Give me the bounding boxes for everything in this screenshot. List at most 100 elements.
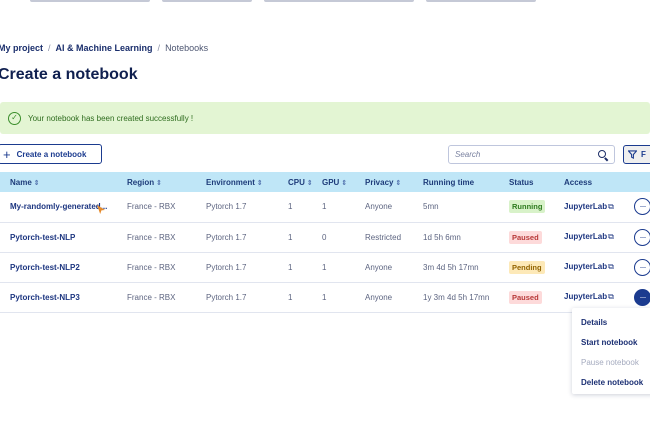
cpu-cell: 1 (288, 292, 293, 302)
breadcrumb: My project / AI & Machine Learning / Not… (0, 43, 208, 53)
status-badge: Running (509, 200, 546, 214)
region-cell: France - RBX (127, 232, 176, 242)
running-time-cell: 5mn (423, 202, 439, 212)
external-link-icon: ⧉ (608, 232, 614, 241)
column-actions (624, 172, 650, 192)
search-input[interactable] (455, 150, 575, 159)
table-row: Pytorch-test-NLP3 France - RBX Pytorch 1… (0, 282, 650, 312)
status-cell: Paused (499, 282, 554, 312)
menu-item-start-notebook[interactable]: Start notebook (572, 332, 650, 352)
gpu-cell: 1 (322, 262, 327, 272)
gpu-cell: 0 (322, 232, 327, 242)
column-name[interactable]: Name ⇕ (0, 172, 117, 192)
column-status: Status (509, 177, 534, 187)
column-running-time: Running time (423, 177, 475, 187)
menu-item-details[interactable]: Details (572, 312, 650, 332)
breadcrumb-separator: / (48, 43, 51, 53)
page-title: Create a notebook (0, 66, 138, 83)
create-notebook-button[interactable]: + Create a notebook (0, 144, 102, 164)
table-row: My-randomly-generated... France - RBX Py… (0, 192, 650, 222)
external-link-icon: ⧉ (608, 201, 614, 211)
sort-icon: ⇕ (156, 179, 162, 187)
status-badge: Paused (509, 290, 542, 304)
table-row: Pytorch-test-NLP France - RBX Pytorch 1.… (0, 222, 650, 252)
sort-icon: ⇕ (341, 179, 348, 187)
access-cell: JupyterLab⧉ (554, 252, 624, 282)
sort-icon: ⇕ (256, 179, 263, 187)
table-header-row: Name ⇕ Region ⇕ Environment ⇕ CPU ⇕ GPU ⇕ Pri… (0, 172, 650, 192)
sort-icon: ⇕ (306, 179, 313, 187)
filter-label: F (641, 150, 646, 159)
table-row: Pytorch-test-NLP2 France - RBX Pytorch 1… (0, 252, 650, 282)
jupyterlab-link[interactable]: JupyterLab (564, 202, 607, 211)
breadcrumb-my-project[interactable]: My project (0, 43, 43, 53)
environment-cell: Pytorch 1.7 (206, 262, 247, 272)
notebooks-table: Name ⇕ Region ⇕ Environment ⇕ CPU ⇕ GPU ⇕ Pri… (0, 172, 650, 313)
access-cell: JupyterLab⧉ (554, 192, 624, 222)
more-actions-button[interactable]: ··· (634, 198, 650, 216)
actions-cell: ··· (624, 252, 650, 282)
status-badge: Pending (509, 260, 545, 274)
privacy-cell: Anyone (365, 292, 393, 302)
column-privacy[interactable]: Privacy ⇕ (355, 172, 413, 192)
breadcrumb-ai-ml[interactable]: AI & Machine Learning (56, 43, 153, 53)
column-environment[interactable]: Environment ⇕ (196, 172, 278, 192)
access-cell: JupyterLab⧉ (554, 222, 624, 252)
actions-dropdown-menu: Details Start notebook Pause notebook De… (572, 308, 650, 394)
breadcrumb-separator: / (157, 43, 161, 53)
external-link-icon: ⧉ (608, 292, 614, 301)
jupyterlab-link[interactable]: JupyterLab (564, 232, 607, 241)
cpu-cell: 1 (288, 262, 293, 272)
privacy-cell: Anyone (365, 202, 393, 212)
external-link-icon: ⧉ (608, 262, 614, 271)
menu-item-pause-notebook: Pause notebook (581, 357, 639, 367)
privacy-cell: Restricted (365, 232, 402, 242)
environment-cell: Pytorch 1.7 (206, 202, 247, 212)
jupyterlab-link[interactable]: JupyterLab (564, 262, 607, 271)
region-cell: France - RBX (127, 202, 176, 212)
actions-cell: ··· (624, 222, 650, 252)
region-cell: France - RBX (127, 292, 176, 302)
plus-icon: + (3, 146, 11, 162)
sort-icon: ⇕ (395, 179, 402, 187)
column-gpu[interactable]: GPU ⇕ (312, 172, 355, 192)
region-cell: France - RBX (127, 262, 176, 272)
create-notebook-label: Create a notebook (16, 149, 87, 159)
check-circle-icon: ✓ (8, 111, 21, 125)
actions-cell: ··· (624, 192, 650, 222)
running-time-cell: 1d 5h 6mn (423, 232, 461, 242)
breadcrumb-notebooks: Notebooks (165, 43, 209, 53)
running-time-cell: 3m 4d 5h 17mn (423, 262, 479, 272)
cpu-cell: 1 (288, 232, 293, 242)
more-actions-button[interactable]: ··· (634, 258, 650, 276)
gpu-cell: 1 (322, 292, 327, 302)
success-alert: ✓ Your notebook has been created success… (0, 102, 650, 134)
search-box[interactable] (448, 145, 615, 164)
column-region[interactable]: Region ⇕ (117, 172, 196, 192)
search-icon[interactable] (598, 149, 608, 160)
status-badge: Paused (509, 230, 542, 244)
more-actions-button[interactable]: ··· (634, 228, 650, 246)
status-cell: Pending (499, 252, 554, 282)
notebook-name-link[interactable]: Pytorch-test-NLP2 (0, 252, 117, 282)
environment-cell: Pytorch 1.7 (206, 292, 247, 302)
status-cell: Running (499, 192, 554, 222)
status-cell: Paused (499, 222, 554, 252)
more-actions-button[interactable]: ··· (634, 288, 650, 306)
column-cpu[interactable]: CPU ⇕ (278, 172, 313, 192)
environment-cell: Pytorch 1.7 (206, 232, 247, 242)
jupyterlab-link[interactable]: JupyterLab (564, 292, 607, 301)
filter-button[interactable]: F (623, 145, 650, 164)
column-access: Access (564, 177, 593, 187)
filter-icon (628, 150, 637, 159)
menu-item-delete-notebook[interactable]: Delete notebook (572, 372, 650, 392)
alert-message: Your notebook has been created successfu… (28, 113, 194, 123)
gpu-cell: 1 (322, 202, 327, 212)
cropped-top-text (30, 0, 600, 8)
running-time-cell: 1y 3m 4d 5h 17mn (423, 292, 490, 302)
privacy-cell: Anyone (365, 262, 393, 272)
notebook-name-link[interactable]: Pytorch-test-NLP3 (0, 282, 117, 312)
notebook-name-link[interactable]: Pytorch-test-NLP (0, 222, 117, 252)
sort-icon: ⇕ (33, 179, 40, 187)
cpu-cell: 1 (288, 202, 293, 212)
